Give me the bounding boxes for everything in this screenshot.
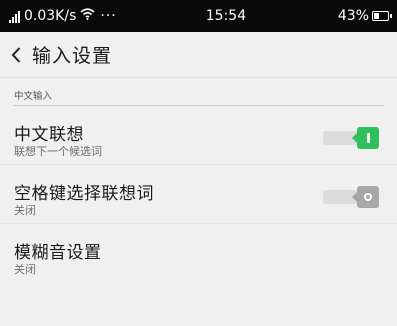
toggle-switch[interactable] <box>323 127 379 149</box>
toggle-switch[interactable] <box>323 186 379 208</box>
toggle-knob <box>352 127 379 149</box>
signal-icon <box>9 10 21 23</box>
setting-row-fuzzy-pinyin[interactable]: 模糊音设置 关闭 <box>0 224 397 283</box>
status-left: 0.03K/s ··· <box>9 8 159 24</box>
network-rate: 0.03K/s <box>24 8 77 24</box>
app-header: 输入设置 <box>0 32 397 78</box>
setting-title: 中文联想 <box>14 125 84 145</box>
setting-subtitle: 联想下一个候选词 <box>14 145 102 158</box>
setting-subtitle: 关闭 <box>14 263 36 276</box>
setting-row-space-select[interactable]: 空格键选择联想词 关闭 <box>0 165 397 224</box>
back-button[interactable] <box>10 46 22 64</box>
clock: 15:54 <box>205 8 247 24</box>
toggle-on-icon <box>366 133 370 143</box>
chevron-left-icon[interactable] <box>10 46 22 64</box>
battery-icon <box>372 11 392 21</box>
setting-title: 模糊音设置 <box>14 243 102 263</box>
setting-subtitle: 关闭 <box>14 204 36 217</box>
setting-title: 空格键选择联想词 <box>14 184 154 204</box>
toggle-off-icon <box>364 193 372 201</box>
status-bar: 0.03K/s ··· 15:54 43% <box>0 0 397 32</box>
battery-percent: 43% <box>337 8 369 24</box>
status-right: 43% <box>337 8 392 24</box>
wifi-icon <box>80 8 95 24</box>
setting-row-chinese-association[interactable]: 中文联想 联想下一个候选词 <box>0 106 397 165</box>
more-notifications-icon: ··· <box>100 8 117 24</box>
page-title: 输入设置 <box>32 45 113 67</box>
toggle-knob <box>352 186 379 208</box>
section-label: 中文输入 <box>14 91 53 102</box>
